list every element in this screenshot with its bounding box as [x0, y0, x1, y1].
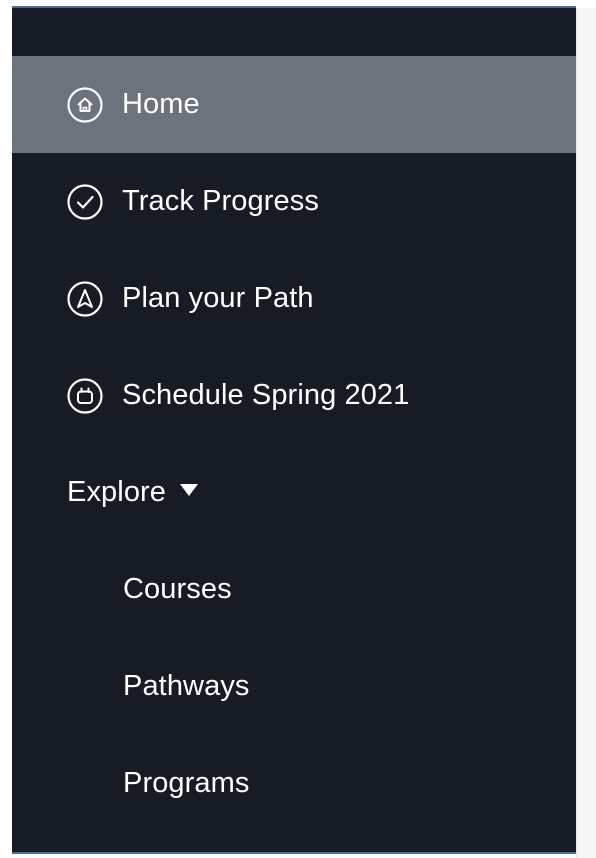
sidebar-item-label: Plan your Path: [122, 282, 314, 314]
sidebar-item-home[interactable]: Home: [12, 56, 576, 153]
check-circle-icon: [66, 183, 104, 221]
sidebar-item-label: Pathways: [123, 670, 250, 702]
calendar-icon: [66, 377, 104, 415]
sidebar-item-label: Home: [122, 88, 200, 120]
sidebar-item-pathways[interactable]: Pathways: [12, 638, 576, 735]
home-icon: [66, 86, 104, 124]
sidebar-item-label: Track Progress: [122, 185, 319, 217]
explore-toggle[interactable]: Explore: [12, 444, 576, 541]
sidebar-item-plan-your-path[interactable]: Plan your Path: [12, 250, 576, 347]
sidebar-item-label: Schedule Spring 2021: [122, 379, 410, 411]
bottom-border: [12, 852, 576, 854]
sidebar-item-courses[interactable]: Courses: [12, 541, 576, 638]
sidebar-item-track-progress[interactable]: Track Progress: [12, 153, 576, 250]
navigation-icon: [66, 280, 104, 318]
sidebar-item-programs[interactable]: Programs: [12, 735, 576, 832]
sidebar-item-schedule[interactable]: Schedule Spring 2021: [12, 347, 576, 444]
sidebar-item-label: Programs: [123, 767, 250, 799]
sidebar-item-label: Courses: [123, 573, 232, 605]
explore-label: Explore: [67, 476, 167, 508]
content-edge: [576, 8, 596, 858]
sidebar-nav: Home Track Progress Plan your Path Sched…: [12, 8, 576, 853]
caret-down-icon: [180, 483, 199, 496]
